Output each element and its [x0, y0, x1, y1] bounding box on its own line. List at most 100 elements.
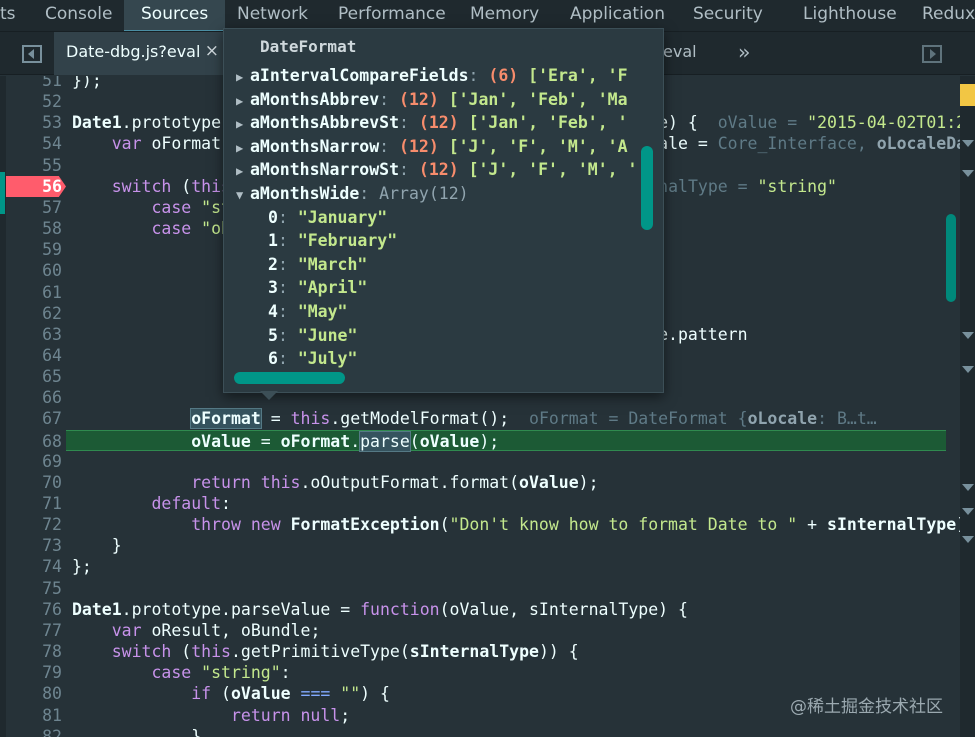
property-row[interactable]: ▶ aIntervalCompareFields: (6) ['Era', 'F: [236, 64, 656, 87]
collapsed-triangle-icon[interactable]: ▶: [236, 113, 250, 134]
tab-console[interactable]: Console: [45, 0, 113, 31]
collapsed-triangle-icon[interactable]: ▶: [236, 90, 250, 111]
array-item[interactable]: 1: "February": [268, 229, 663, 252]
line-number[interactable]: 58: [20, 218, 62, 239]
line-number[interactable]: 69: [20, 451, 62, 472]
line-number[interactable]: 78: [20, 641, 62, 662]
toggle-debugger-icon[interactable]: [922, 45, 942, 63]
line-number[interactable]: 80: [20, 683, 62, 704]
collapse-arrow-icon[interactable]: [962, 484, 974, 491]
object-preview-popover[interactable]: DateFormat ▶ aIntervalCompareFields: (6) …: [223, 28, 664, 393]
collapsed-triangle-icon[interactable]: ▶: [236, 66, 250, 87]
array-index: 1: [268, 231, 278, 250]
code-text: oValue = oFormat.parse(oValue);: [191, 431, 500, 452]
tab-lighthouse[interactable]: Lighthouse: [803, 0, 897, 31]
line-number[interactable]: 82: [20, 726, 62, 737]
code-text: };: [72, 557, 92, 576]
expanded-triangle-icon[interactable]: ▼: [236, 184, 250, 205]
code-line: 76 Date1.prototype.parseValue = function(…: [0, 599, 960, 620]
line-number[interactable]: 51: [20, 76, 62, 91]
line-number[interactable]: 53: [20, 112, 62, 133]
code-line: 71 default:: [0, 493, 960, 514]
collapse-arrow-icon[interactable]: [962, 332, 974, 339]
line-number[interactable]: 52: [20, 91, 62, 112]
line-number[interactable]: 76: [20, 599, 62, 620]
line-number[interactable]: 62: [20, 303, 62, 324]
property-row[interactable]: ▶ aMonthsNarrow: (12) ['J', 'F', 'M', 'A: [236, 135, 656, 158]
right-gutter: [960, 76, 975, 737]
line-number[interactable]: 68: [20, 431, 62, 452]
code-line: 79 case "string":: [0, 662, 960, 683]
collapsed-triangle-icon[interactable]: ▶: [236, 160, 250, 181]
tab-security[interactable]: Security: [693, 0, 763, 31]
collapse-arrow-icon[interactable]: [962, 140, 974, 147]
array-item[interactable]: 5: "June": [268, 324, 663, 347]
warning-marker: [960, 84, 975, 106]
tab-elements-partial[interactable]: ts: [0, 0, 16, 31]
collapse-arrow-icon[interactable]: [962, 536, 974, 543]
property-row[interactable]: ▶ aMonthsAbbrev: (12) ['Jan', 'Feb', 'Ma: [236, 88, 656, 111]
code-text: default:: [151, 494, 231, 513]
collapse-arrow-icon[interactable]: [962, 170, 974, 177]
array-item[interactable]: 6: "July": [268, 347, 663, 370]
tab-sources[interactable]: Sources: [124, 0, 226, 31]
file-tab-eval[interactable]: eval: [663, 42, 697, 61]
tab-redux[interactable]: Redux: [922, 0, 975, 31]
code-text: }: [72, 727, 202, 737]
line-number[interactable]: 81: [20, 705, 62, 726]
line-number[interactable]: 56: [20, 176, 62, 197]
code-line: 69: [0, 451, 960, 472]
line-number[interactable]: 55: [20, 155, 62, 176]
array-preview: ['J', 'F', 'M', 'A: [448, 137, 628, 156]
code-text: oFormat = this.getModelFormat(); oFormat…: [190, 408, 877, 429]
line-number[interactable]: 79: [20, 662, 62, 683]
array-item[interactable]: 3: "April": [268, 276, 663, 299]
property-row[interactable]: ▶ aMonthsAbbrevSt: (12) ['Jan', 'Feb', ': [236, 111, 656, 134]
line-number[interactable]: 73: [20, 535, 62, 556]
line-number[interactable]: 72: [20, 514, 62, 535]
line-number[interactable]: 71: [20, 493, 62, 514]
popover-horizontal-scrollbar[interactable]: [234, 372, 345, 384]
property-row[interactable]: ▼ aMonthsWide: Array(12): [236, 182, 656, 205]
line-number[interactable]: 64: [20, 345, 62, 366]
code-line: 73 }: [0, 535, 960, 556]
close-icon[interactable]: ×: [205, 41, 219, 61]
array-preview: ['Jan', 'Feb', ': [468, 113, 628, 132]
line-number[interactable]: 63: [20, 324, 62, 345]
collapse-arrow-icon[interactable]: [962, 508, 974, 515]
line-number[interactable]: 57: [20, 197, 62, 218]
file-tab-date-dbg[interactable]: Date-dbg.js?eval ×: [54, 32, 229, 75]
array-length: (12): [418, 113, 469, 132]
array-index: 5: [268, 326, 278, 345]
line-number[interactable]: 67: [20, 408, 62, 429]
array-item[interactable]: 2: "March": [268, 253, 663, 276]
more-tabs-icon[interactable]: »: [738, 40, 750, 64]
code-line: 70 return this.oOutputFormat.format(oVal…: [0, 472, 960, 493]
array-preview: ['Jan', 'Feb', 'Ma: [448, 90, 628, 109]
collapse-arrow-icon[interactable]: [962, 366, 974, 373]
line-number[interactable]: 54: [20, 133, 62, 154]
array-item[interactable]: 0: "January": [268, 206, 663, 229]
paused-code-line: 68 oValue = oFormat.parse(oValue);: [42, 430, 946, 452]
array-value: "June": [297, 326, 358, 345]
line-number[interactable]: 60: [20, 260, 62, 281]
toggle-navigator-icon[interactable]: [22, 45, 42, 63]
line-number[interactable]: 61: [20, 282, 62, 303]
line-number[interactable]: 70: [20, 472, 62, 493]
line-number[interactable]: 59: [20, 239, 62, 260]
array-value: "March": [297, 255, 368, 274]
line-number[interactable]: 77: [20, 620, 62, 641]
line-number[interactable]: 66: [20, 387, 62, 408]
line-number[interactable]: 75: [20, 578, 62, 599]
property-row[interactable]: ▶ aMonthsNarrowSt: (12) ['J', 'F', 'M', ': [236, 158, 656, 181]
line-number[interactable]: 65: [20, 366, 62, 387]
code-text: if (oValue === "") {: [191, 684, 390, 703]
code-line: 72 throw new FormatException("Don't know…: [0, 514, 960, 535]
editor-scrollbar[interactable]: [946, 214, 956, 302]
array-index: 4: [268, 302, 278, 321]
array-value: "May": [297, 302, 348, 321]
collapsed-triangle-icon[interactable]: ▶: [236, 137, 250, 158]
array-item[interactable]: 4: "May": [268, 300, 663, 323]
array-length: (12): [418, 160, 469, 179]
line-number[interactable]: 74: [20, 556, 62, 577]
